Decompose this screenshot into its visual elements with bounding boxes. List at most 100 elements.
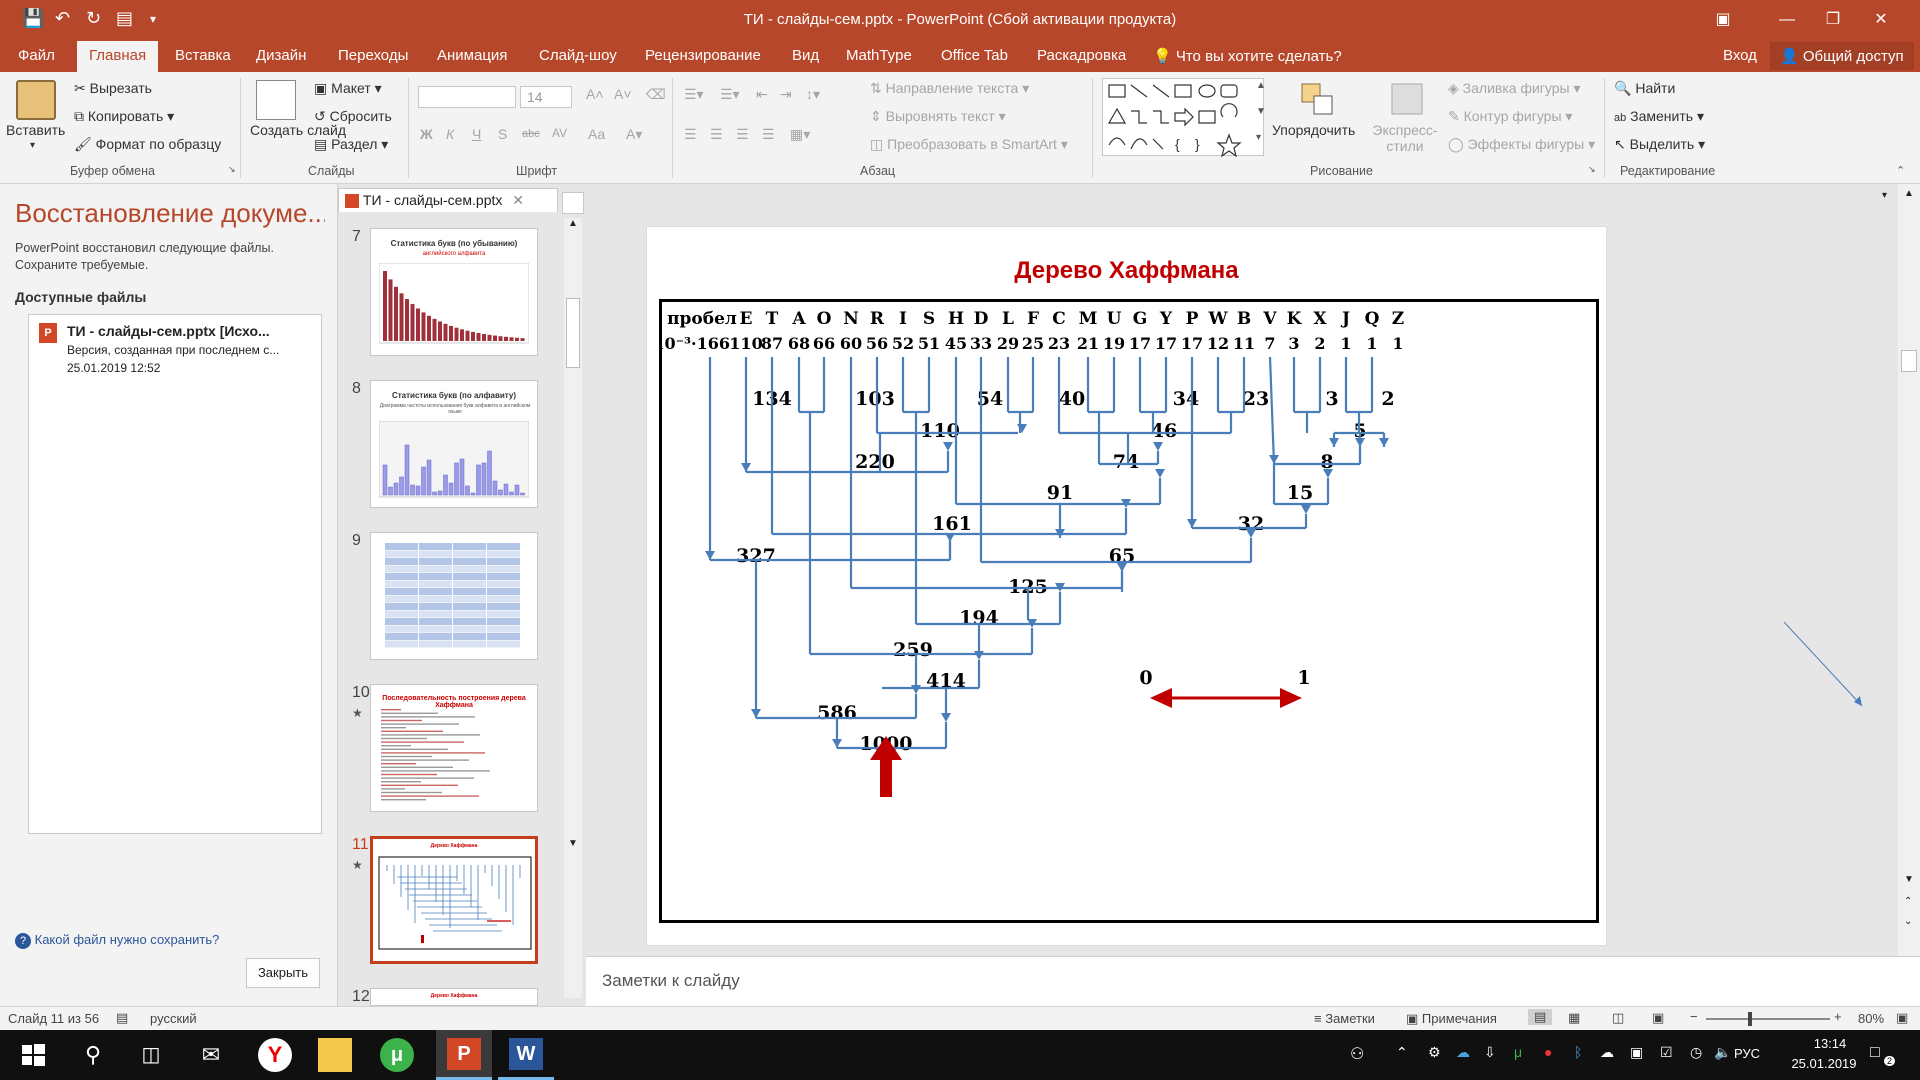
action-center-icon[interactable]: □ — [1870, 1044, 1880, 1062]
shapes-gallery[interactable]: {} — [1102, 78, 1264, 158]
clipboard-launcher-icon[interactable]: ↘ — [228, 164, 236, 175]
scroll-down-icon[interactable]: ▼ — [1904, 874, 1914, 885]
new-tab-button[interactable] — [562, 192, 584, 214]
slide-thumbnail[interactable]: Дерево Хаффмана — [370, 988, 538, 1006]
tab-office-tab[interactable]: Office Tab — [941, 47, 1008, 64]
slide-counter[interactable]: Слайд 11 из 56 — [8, 1011, 99, 1026]
font-size-field[interactable]: 14 — [520, 86, 572, 108]
zoom-in-icon[interactable]: + — [1834, 1009, 1842, 1024]
new-slide-icon[interactable] — [256, 80, 296, 120]
increase-font-icon[interactable]: A˄ — [586, 86, 604, 102]
tab-home[interactable]: Главная — [77, 41, 159, 72]
document-tab[interactable]: ТИ - слайды-сем.pptx ✕ — [338, 188, 558, 212]
mail-icon[interactable]: ✉ — [194, 1038, 228, 1072]
slide-thumbnail[interactable]: Статистика букв (по алфавиту) Диаграмма … — [370, 380, 538, 508]
strikethrough-button[interactable]: abc — [522, 128, 540, 140]
align-left-icon[interactable]: ☰ — [684, 126, 697, 143]
close-window-button[interactable]: ✕ — [1858, 6, 1904, 34]
shape-effects-button[interactable]: ◯ Эффекты фигуры ▾ — [1448, 136, 1595, 153]
slide-sorter-icon[interactable]: ▦ — [1568, 1010, 1580, 1026]
find-button[interactable]: 🔍 Найти — [1614, 80, 1675, 97]
tab-slideshow[interactable]: Слайд-шоу — [539, 47, 617, 64]
shadow-button[interactable]: S — [498, 126, 507, 142]
slide-thumbnail[interactable]: Статистика букв (по убыванию) английског… — [370, 228, 538, 356]
tray-download-icon[interactable]: ⇩ — [1484, 1044, 1496, 1061]
text-direction-button[interactable]: ⇅ Направление текста ▾ — [870, 80, 1029, 97]
decrease-font-icon[interactable]: A˅ — [614, 86, 632, 102]
zoom-level[interactable]: 80% — [1858, 1011, 1884, 1026]
indent-increase-icon[interactable]: ⇥ — [780, 86, 792, 103]
minimize-button[interactable]: — — [1764, 6, 1810, 34]
tab-animations[interactable]: Анимация — [437, 47, 507, 64]
align-center-icon[interactable]: ☰ — [710, 126, 723, 143]
pane-options-icon[interactable]: ▾ — [1882, 190, 1887, 201]
next-slide-icon[interactable]: ⌄ — [1904, 916, 1912, 927]
zoom-out-icon[interactable]: − — [1690, 1009, 1698, 1024]
slide-thumbnail[interactable] — [370, 532, 538, 660]
justify-icon[interactable]: ☰ — [762, 126, 775, 143]
zoom-slider[interactable] — [1706, 1018, 1830, 1020]
share-button[interactable]: 👤 Общий доступ — [1770, 42, 1914, 70]
clear-formatting-icon[interactable]: ⌫ — [646, 86, 666, 103]
bluetooth-icon[interactable]: ᛒ — [1574, 1044, 1582, 1060]
scroll-up-icon[interactable]: ▲ — [1904, 188, 1914, 199]
clock-date[interactable]: 25.01.2019 — [1774, 1056, 1874, 1071]
show-hidden-icons[interactable]: ⌃ — [1396, 1044, 1408, 1061]
numbering-icon[interactable]: ☰▾ — [720, 86, 740, 103]
wifi-icon[interactable]: ◷ — [1690, 1044, 1702, 1061]
powerpoint-taskbar-button[interactable]: P — [436, 1030, 492, 1080]
clock-time[interactable]: 13:14 — [1790, 1036, 1870, 1051]
language-indicator[interactable]: русский — [150, 1011, 197, 1026]
tab-file[interactable]: Файл — [18, 47, 55, 64]
format-painter-button[interactable]: 🖌 Формат по образцу — [74, 136, 221, 153]
char-spacing-button[interactable]: AV — [552, 126, 567, 140]
smartart-button[interactable]: ◫ Преобразовать в SmartArt ▾ — [870, 136, 1068, 153]
task-view-icon[interactable]: ◫ — [134, 1038, 168, 1072]
normal-view-icon[interactable]: ▤ — [1528, 1009, 1553, 1025]
cut-button[interactable]: ✂ Вырезать — [74, 80, 152, 97]
tab-review[interactable]: Рецензирование — [645, 47, 761, 64]
tell-me-box[interactable]: 💡 Что вы хотите сделать? — [1153, 47, 1342, 65]
connector-line[interactable] — [1782, 620, 1872, 720]
tab-transitions[interactable]: Переходы — [338, 47, 408, 64]
change-case-button[interactable]: Aa — [588, 126, 605, 142]
collapse-ribbon-icon[interactable]: ⌃ — [1896, 164, 1905, 177]
reset-button[interactable]: ↺ Сбросить — [314, 108, 392, 125]
slide-thumbnail[interactable]: Последовательность построения дерева Хаф… — [370, 684, 538, 812]
yandex-browser-icon[interactable]: Y — [258, 1038, 292, 1072]
bold-button[interactable]: Ж — [420, 126, 433, 142]
bullets-icon[interactable]: ☰▾ — [684, 86, 704, 103]
slide-thumbnail-selected[interactable]: Дерево Хаффмана — [370, 836, 538, 964]
paste-icon[interactable] — [16, 80, 56, 120]
gallery-down-icon[interactable]: ▼ — [1256, 106, 1266, 117]
tray-game-icon[interactable]: ● — [1544, 1044, 1552, 1060]
align-text-button[interactable]: ⇕ Выровнять текст ▾ — [870, 108, 1006, 125]
sign-in-link[interactable]: Вход — [1723, 47, 1757, 64]
notes-pane[interactable]: Заметки к слайду — [586, 956, 1920, 1006]
file-explorer-icon[interactable] — [318, 1038, 352, 1072]
tab-view[interactable]: Вид — [792, 47, 819, 64]
select-button[interactable]: ↖ Выделить ▾ — [1614, 136, 1705, 153]
slideshow-icon[interactable]: ▣ — [1652, 1010, 1664, 1026]
tray-sync-icon[interactable]: ☁ — [1456, 1044, 1470, 1061]
arrange-button[interactable]: Упорядочить — [1272, 122, 1355, 138]
columns-icon[interactable]: ▦▾ — [790, 126, 810, 143]
zoom-slider-thumb[interactable] — [1748, 1012, 1752, 1026]
tab-insert[interactable]: Вставка — [175, 47, 231, 64]
people-icon[interactable]: ⚇ — [1350, 1044, 1364, 1064]
indent-decrease-icon[interactable]: ⇤ — [756, 86, 768, 103]
recovered-file-item[interactable]: P ТИ - слайды-сем.pptx [Исхо... Версия, … — [33, 319, 317, 383]
tab-storyboard[interactable]: Раскадровка — [1037, 47, 1126, 64]
tab-mathtype[interactable]: MathType — [846, 47, 912, 64]
paste-button[interactable]: Вставить — [6, 122, 65, 138]
notes-placeholder[interactable]: Заметки к слайду — [602, 971, 740, 991]
tab-design[interactable]: Дизайн — [256, 47, 306, 64]
slide-title[interactable]: Дерево Хаффмана — [647, 257, 1606, 285]
quick-styles-icon[interactable] — [1388, 80, 1428, 120]
scroll-down-icon[interactable]: ▼ — [568, 838, 578, 849]
security-icon[interactable]: ☑ — [1660, 1044, 1673, 1061]
shape-fill-button[interactable]: ◈ Заливка фигуры ▾ — [1448, 80, 1581, 97]
align-right-icon[interactable]: ☰ — [736, 126, 749, 143]
utorrent-icon[interactable]: μ — [380, 1038, 414, 1072]
reading-view-icon[interactable]: ◫ — [1612, 1010, 1624, 1026]
